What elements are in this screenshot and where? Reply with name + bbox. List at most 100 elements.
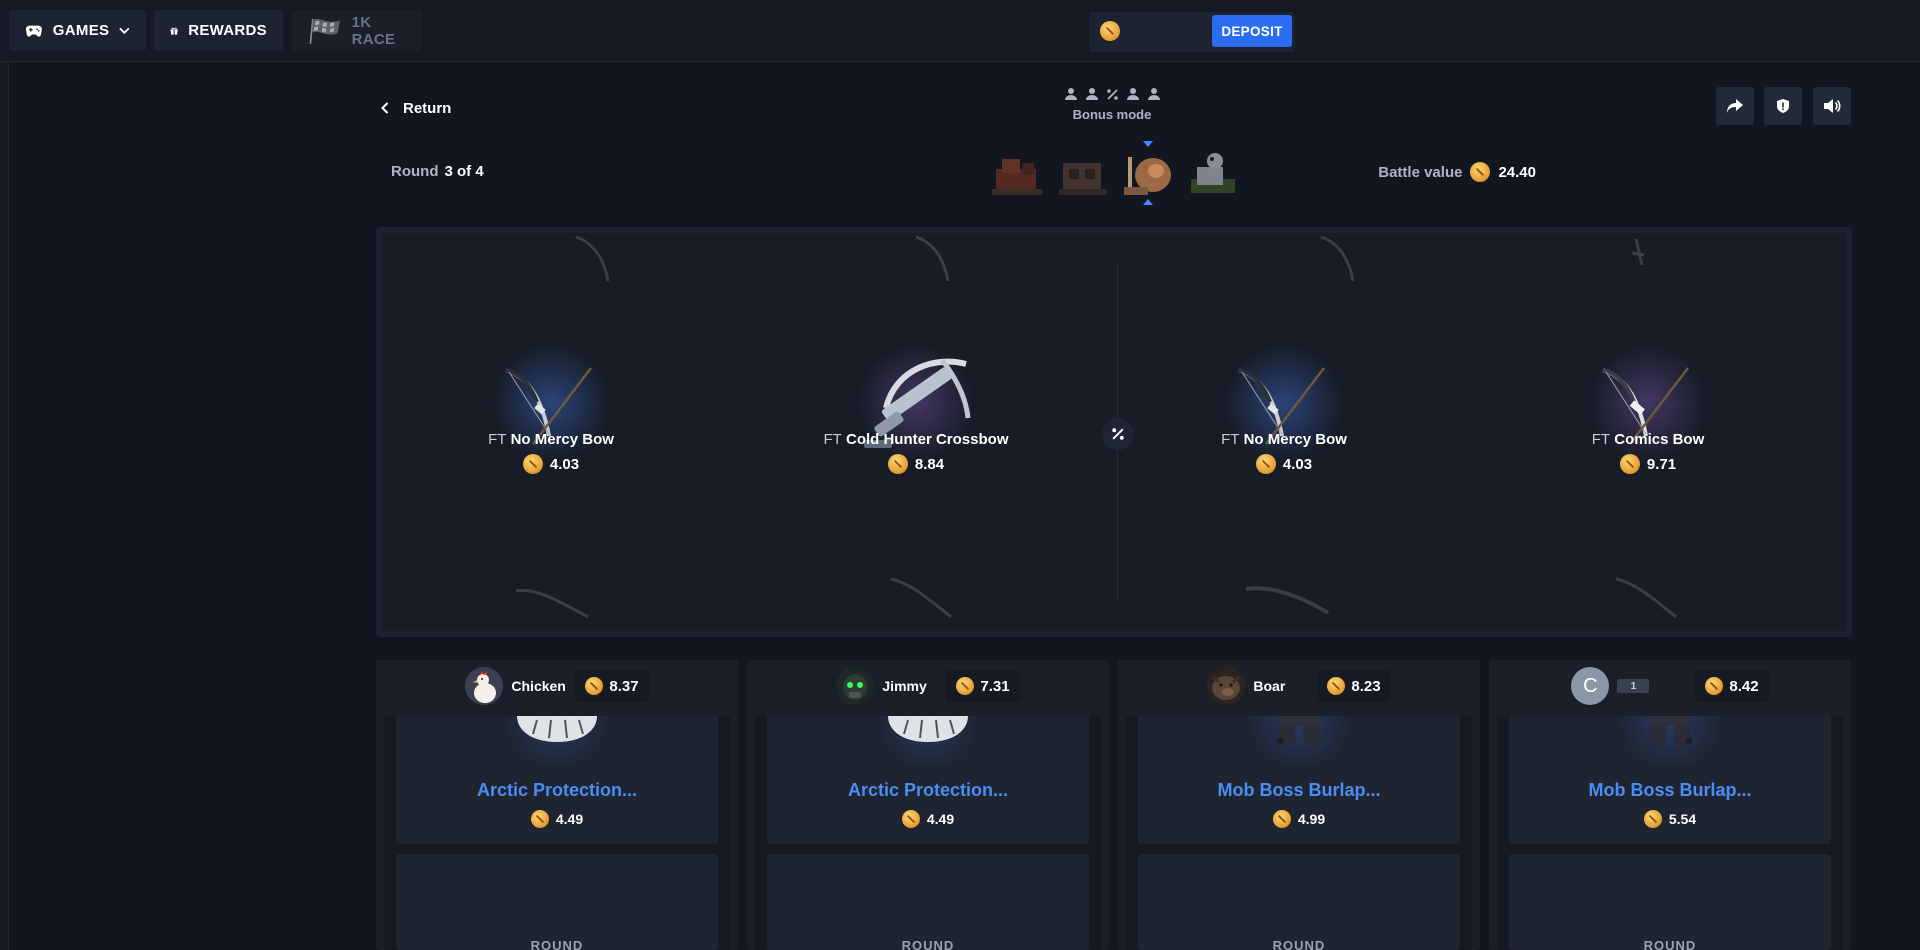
mode-icons xyxy=(1060,86,1164,102)
reel-item-price: 4.03 xyxy=(421,454,681,474)
case-image xyxy=(1124,157,1171,195)
player-total: 8.23 xyxy=(1317,670,1391,702)
battle-value: Battle value 24.40 xyxy=(1378,162,1536,182)
faded-item xyxy=(890,577,952,619)
versus-icon xyxy=(1106,88,1118,100)
total-value: 8.37 xyxy=(609,677,639,695)
rewards-button[interactable]: REWARDS xyxy=(154,10,283,51)
return-label: Return xyxy=(403,99,452,117)
coin-icon xyxy=(1643,810,1662,828)
race-button[interactable]: 1K RACE xyxy=(292,10,422,51)
avatar[interactable] xyxy=(465,667,504,705)
won-item-card[interactable]: Arctic Protection... 4.49 xyxy=(767,716,1089,844)
case-image xyxy=(992,159,1042,195)
won-item-card[interactable]: Mob Boss Burlap... 5.54 xyxy=(1509,716,1831,844)
battle-value-label: Battle value xyxy=(1378,163,1463,181)
reel-slot: FT No Mercy Bow 4.03 xyxy=(421,343,681,513)
case-thumbnail[interactable] xyxy=(1055,149,1110,197)
pending-round-card: ROUND xyxy=(1509,854,1831,950)
return-button[interactable]: Return xyxy=(381,96,451,120)
games-label: GAMES xyxy=(52,22,110,39)
player-icon xyxy=(1126,88,1139,100)
race-label: 1K RACE xyxy=(351,13,396,48)
boar-avatar-image xyxy=(1207,667,1246,705)
faded-item xyxy=(1631,238,1645,266)
games-menu-button[interactable]: GAMES xyxy=(9,10,146,51)
gift-icon xyxy=(170,27,178,35)
coin-icon xyxy=(585,677,604,695)
share-icon xyxy=(1727,99,1743,113)
player-total: 8.37 xyxy=(575,670,649,702)
reel-item-price: 4.03 xyxy=(1154,454,1414,474)
price-value: 4.49 xyxy=(555,811,584,827)
item-quality: FT xyxy=(488,431,507,448)
item-name: No Mercy Bow xyxy=(1243,431,1347,448)
won-item-price: 4.99 xyxy=(1138,810,1460,828)
player-column: Boar 8.23 Mob Boss Burlap... 4.99 ROUND xyxy=(1118,660,1480,950)
reel-slot: FT No Mercy Bow 4.03 xyxy=(1154,343,1414,513)
reel-item-name: FT No Mercy Bow xyxy=(421,431,681,448)
won-item-price: 4.49 xyxy=(767,810,1089,828)
round-placeholder-label: ROUND xyxy=(1643,938,1697,950)
share-button[interactable] xyxy=(1716,87,1754,125)
coin-icon xyxy=(522,454,543,474)
item-quality: FT xyxy=(1221,431,1240,448)
reel-item-price: 9.71 xyxy=(1518,454,1778,474)
chicken-avatar-image xyxy=(465,667,504,705)
won-item-name: Arctic Protection... xyxy=(847,780,1009,800)
sidebar-edge xyxy=(0,62,9,950)
player-icon xyxy=(1064,88,1077,100)
top-bar: GAMES REWARDS 1K RACE DEPOSIT xyxy=(0,0,1920,62)
battle-mode: Bonus mode xyxy=(1060,86,1164,122)
shield-icon xyxy=(1777,99,1789,113)
player-header: Boar 8.23 xyxy=(1118,660,1480,712)
fairness-button[interactable] xyxy=(1764,87,1802,125)
avatar[interactable] xyxy=(836,667,875,705)
battle-value-amount: 24.40 xyxy=(1498,163,1536,181)
total-value: 8.42 xyxy=(1729,677,1759,695)
player-name: Boar xyxy=(1253,678,1286,694)
bow-image xyxy=(505,367,592,445)
price-value: 5.54 xyxy=(1668,811,1697,827)
won-item-card[interactable]: Arctic Protection... 4.49 xyxy=(396,716,718,844)
active-round-marker xyxy=(1143,141,1153,147)
item-quality: FT xyxy=(823,431,842,448)
price-value: 4.99 xyxy=(1297,811,1326,827)
won-item-card[interactable]: Mob Boss Burlap... 4.99 xyxy=(1138,716,1460,844)
item-name: No Mercy Bow xyxy=(510,431,614,448)
total-value: 8.23 xyxy=(1351,677,1381,695)
item-name: Comics Bow xyxy=(1614,431,1705,448)
avatar[interactable] xyxy=(1207,667,1246,705)
reel-slot: FT Cold Hunter Crossbow 8.84 xyxy=(786,343,1046,513)
player-column: C 1 8.42 Mob Boss Burlap... 5.54 ROUND xyxy=(1489,660,1851,950)
case-thumbnail[interactable] xyxy=(990,149,1045,197)
chevron-left-icon xyxy=(381,102,389,114)
coin-icon xyxy=(530,810,549,828)
speaker-icon xyxy=(1824,99,1841,113)
won-item-price: 5.54 xyxy=(1509,810,1831,828)
deposit-button[interactable]: DEPOSIT xyxy=(1212,15,1292,47)
coin-icon xyxy=(1272,810,1291,828)
won-item-name: Arctic Protection... xyxy=(476,780,638,800)
avatar[interactable]: C xyxy=(1571,667,1610,705)
player-name: Chicken xyxy=(511,678,566,694)
reel-slot: FT Comics Bow 9.71 xyxy=(1518,343,1778,513)
rewards-label: REWARDS xyxy=(188,22,267,39)
coin-icon xyxy=(1705,677,1724,695)
reel-item-name: FT Comics Bow xyxy=(1518,431,1778,448)
versus-icon xyxy=(1102,418,1134,450)
round-placeholder-label: ROUND xyxy=(530,938,584,950)
case-thumbnail-active[interactable] xyxy=(1120,141,1175,205)
case-thumbnail[interactable] xyxy=(1185,149,1240,197)
faded-item xyxy=(575,235,610,282)
faded-item xyxy=(1615,577,1677,619)
spin-reel: FT No Mercy Bow 4.03 FT Cold Hunter Cros… xyxy=(376,227,1852,637)
price-value: 8.84 xyxy=(914,455,945,473)
bow-image xyxy=(1602,367,1689,445)
reel-item-price: 8.84 xyxy=(786,454,1046,474)
bow-image xyxy=(1238,367,1325,445)
faded-item xyxy=(1245,586,1330,615)
sound-button[interactable] xyxy=(1813,87,1851,125)
price-value: 4.03 xyxy=(1282,455,1313,473)
price-value: 4.03 xyxy=(549,455,580,473)
